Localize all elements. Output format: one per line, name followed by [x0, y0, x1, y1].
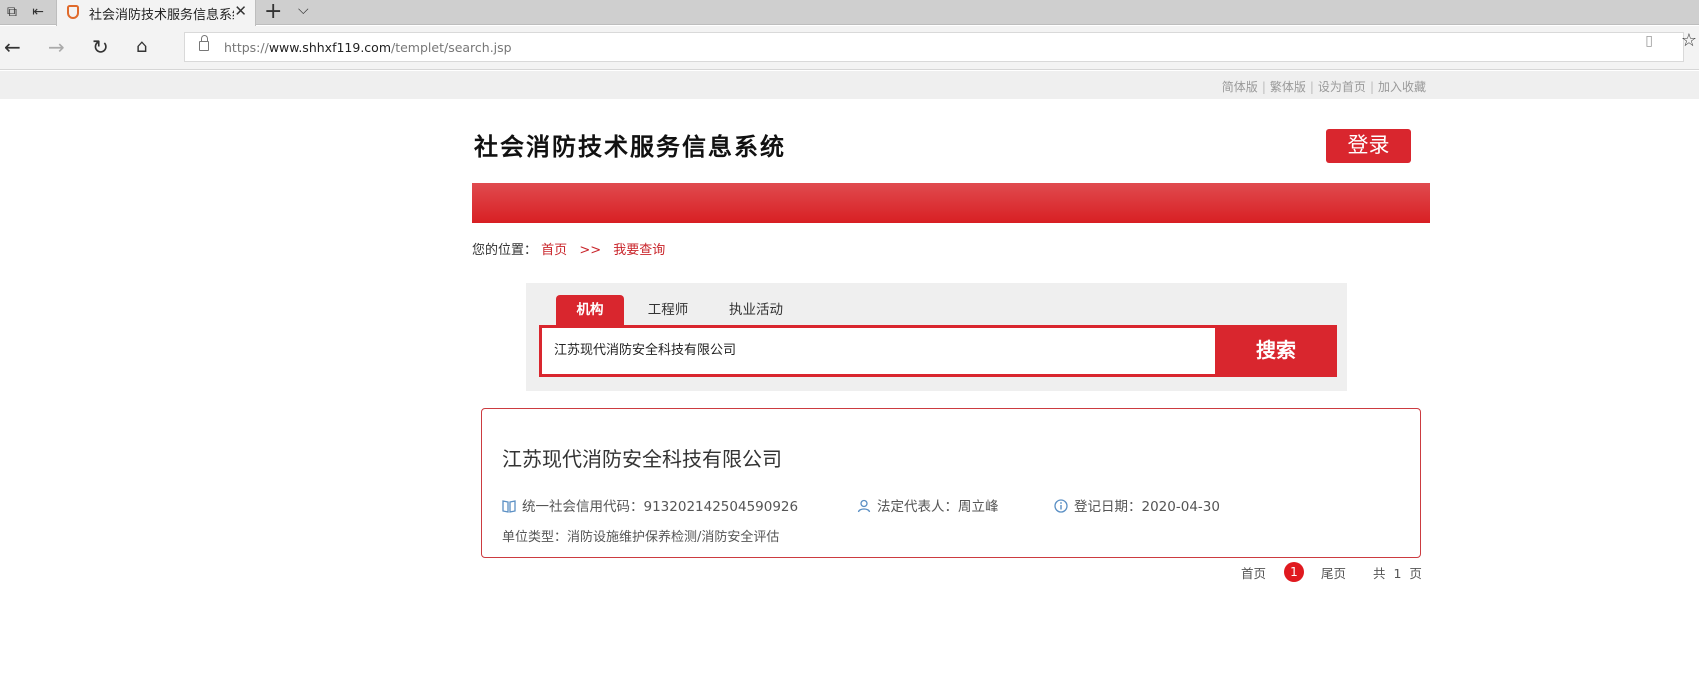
add-favorite-link[interactable]: 加入收藏 [1378, 80, 1426, 94]
total-pages: 共 1 页 [1373, 566, 1422, 581]
org-type-label: 单位类型： [502, 530, 568, 545]
first-page-link[interactable]: 首页 [1241, 563, 1266, 582]
url-text: https://www.shhxf119.com/templet/search.… [224, 40, 512, 55]
info-icon [1054, 499, 1068, 513]
home-icon[interactable]: ⌂ [136, 36, 147, 58]
breadcrumb-separator: >> [579, 243, 602, 258]
tab-organization[interactable]: 机构 [556, 295, 624, 325]
tab-engineer[interactable]: 工程师 [638, 295, 698, 325]
set-homepage-link[interactable]: 设为首页 [1318, 80, 1366, 94]
new-tab-icon[interactable]: + [264, 0, 282, 24]
close-tab-icon[interactable]: ✕ [234, 2, 247, 20]
result-card[interactable]: 江苏现代消防安全科技有限公司 统一社会信用代码：9132021425045909… [481, 408, 1421, 558]
header-banner [472, 183, 1430, 223]
tab-list-chevron-icon[interactable]: ⌵ [298, 2, 309, 18]
site-title: 社会消防技术服务信息系统 [474, 132, 786, 161]
browser-tab-strip: ⧉ ⇤ 社会消防技术服务信息系统 ✕ + ⌵ [0, 0, 1699, 26]
company-name[interactable]: 江苏现代消防安全科技有限公司 [502, 443, 782, 472]
book-icon [502, 500, 516, 513]
back-arrow-icon[interactable]: ← [4, 36, 21, 58]
top-util-bar: 简体版 | 繁体版 | 设为首页 | 加入收藏 [0, 71, 1699, 99]
reg-date-label: 登记日期： [1074, 499, 1142, 515]
tab-actions-icon[interactable]: ⧉ [2, 3, 22, 21]
search-input[interactable]: 江苏现代消防安全科技有限公司 [539, 325, 1215, 377]
credit-code-label: 统一社会信用代码： [522, 499, 644, 515]
current-page-indicator[interactable]: 1 [1284, 562, 1304, 582]
breadcrumb-home-link[interactable]: 首页 [541, 243, 567, 258]
credit-code-row: 统一社会信用代码：913202142504590926 [502, 495, 798, 515]
favorite-star-icon[interactable]: ☆ [1681, 30, 1697, 51]
url-field[interactable]: https://www.shhxf119.com/templet/search.… [184, 32, 1684, 62]
breadcrumb: 您的位置： 首页 >> 我要查询 [472, 239, 665, 258]
forward-arrow-icon[interactable]: → [48, 36, 65, 58]
reg-date-value: 2020-04-30 [1141, 499, 1220, 515]
legal-rep-label: 法定代表人： [877, 499, 958, 515]
browser-tab[interactable]: 社会消防技术服务信息系统 ✕ [56, 0, 256, 26]
simplified-link[interactable]: 简体版 [1222, 80, 1258, 94]
person-icon [857, 499, 871, 513]
search-button[interactable]: 搜索 [1215, 325, 1337, 377]
reg-date-row: 登记日期：2020-04-30 [1054, 495, 1220, 515]
browser-tab-title: 社会消防技术服务信息系统 [89, 8, 234, 23]
browser-address-bar: ← → ↻ ⌂ https://www.shhxf119.com/templet… [0, 26, 1699, 70]
credit-code-value: 913202142504590926 [643, 499, 799, 515]
tabs-aside-icon[interactable]: ⇤ [28, 3, 48, 21]
site-shield-icon [67, 5, 79, 19]
breadcrumb-prefix: 您的位置： [472, 243, 538, 258]
refresh-icon[interactable]: ↻ [92, 36, 109, 58]
tab-practice-activity[interactable]: 执业活动 [716, 295, 796, 325]
breadcrumb-current[interactable]: 我要查询 [613, 243, 665, 258]
legal-rep-value: 周立峰 [958, 499, 999, 515]
traditional-link[interactable]: 繁体版 [1270, 80, 1306, 94]
lock-icon [199, 35, 209, 51]
org-type-row: 单位类型：消防设施维护保养检测/消防安全评估 [502, 526, 779, 545]
reading-view-icon[interactable]: ▯ [1645, 33, 1653, 49]
util-links: 简体版 | 繁体版 | 设为首页 | 加入收藏 [1221, 80, 1426, 94]
legal-rep-row: 法定代表人：周立峰 [857, 495, 999, 515]
login-button[interactable]: 登录 [1326, 129, 1411, 163]
search-panel: 机构 工程师 执业活动 江苏现代消防安全科技有限公司 搜索 [526, 283, 1347, 391]
last-page-link[interactable]: 尾页 [1321, 563, 1346, 582]
org-type-value: 消防设施维护保养检测/消防安全评估 [567, 530, 780, 545]
